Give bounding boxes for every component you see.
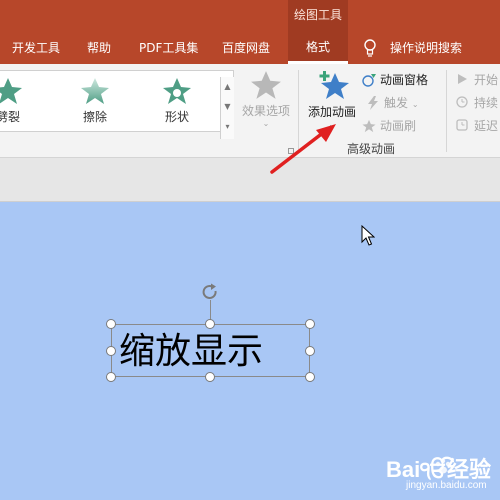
animation-gallery: 劈裂 擦除 形状 ▲ ▼ ▾ — [0, 70, 234, 139]
red-arrow-annotation-icon — [270, 124, 336, 174]
wipe-star-icon — [81, 78, 109, 104]
gallery-item-wipe[interactable]: 擦除 — [65, 77, 125, 127]
animation-painter-icon — [362, 119, 376, 133]
chevron-down-icon: ⌄ — [411, 100, 419, 109]
resize-handle-bottom-left[interactable] — [106, 372, 116, 382]
tab-help[interactable]: 帮助 — [87, 38, 111, 58]
resize-handle-bottom-right[interactable] — [305, 372, 315, 382]
tab-developer[interactable]: 开发工具 — [12, 38, 60, 58]
resize-handle-top-right[interactable] — [305, 319, 315, 329]
shape-star-icon — [163, 78, 191, 104]
resize-handle-top[interactable] — [205, 319, 215, 329]
tab-pdf-tools[interactable]: PDF工具集 — [139, 38, 198, 58]
textbox-text[interactable]: 缩放显示 — [119, 330, 263, 374]
ruler-strip — [0, 158, 500, 202]
lightbulb-icon[interactable] — [363, 39, 377, 57]
drawing-tools-label: 绘图工具 — [293, 8, 342, 22]
add-animation-icon — [319, 71, 349, 99]
gallery-item-split[interactable]: 劈裂 — [0, 77, 38, 127]
animation-pane-icon — [362, 74, 376, 87]
timing-start[interactable]: 开始 — [456, 70, 498, 90]
timing-duration[interactable]: 持续 — [456, 93, 498, 113]
resize-handle-left[interactable] — [106, 346, 116, 356]
clock-icon — [456, 96, 468, 108]
mouse-cursor-icon — [361, 225, 375, 246]
effect-star-icon — [251, 71, 281, 99]
animation-pane-button[interactable]: 动画窗格 — [362, 70, 428, 90]
timing-delay[interactable]: 延迟 — [456, 116, 498, 136]
gallery-up-icon[interactable]: ▲ — [221, 77, 234, 97]
rotate-handle-icon[interactable] — [200, 282, 220, 302]
gallery-more-icon[interactable]: ▾ — [221, 117, 234, 137]
resize-handle-top-left[interactable] — [106, 319, 116, 329]
watermark-url: jingyan.baidu.com — [406, 480, 487, 491]
play-icon — [458, 74, 467, 84]
animation-painter-button[interactable]: 动画刷 — [362, 116, 416, 136]
tab-baidu-netdisk[interactable]: 百度网盘 — [222, 38, 270, 58]
gallery-down-icon[interactable]: ▼ — [221, 97, 234, 117]
resize-handle-bottom[interactable] — [205, 372, 215, 382]
tell-me-search[interactable]: 操作说明搜索 — [390, 38, 462, 58]
split-star-icon — [0, 78, 22, 104]
ribbon-divider — [446, 70, 447, 152]
gallery-item-shape[interactable]: 形状 — [147, 77, 207, 127]
resize-handle-right[interactable] — [305, 346, 315, 356]
trigger-button[interactable]: 触发 ⌄ — [366, 93, 419, 113]
tab-format[interactable]: 格式 — [288, 34, 348, 64]
gallery-scrollbar[interactable]: ▲ ▼ ▾ — [220, 77, 234, 139]
delay-clock-icon — [456, 119, 468, 131]
lightning-icon — [368, 96, 378, 110]
